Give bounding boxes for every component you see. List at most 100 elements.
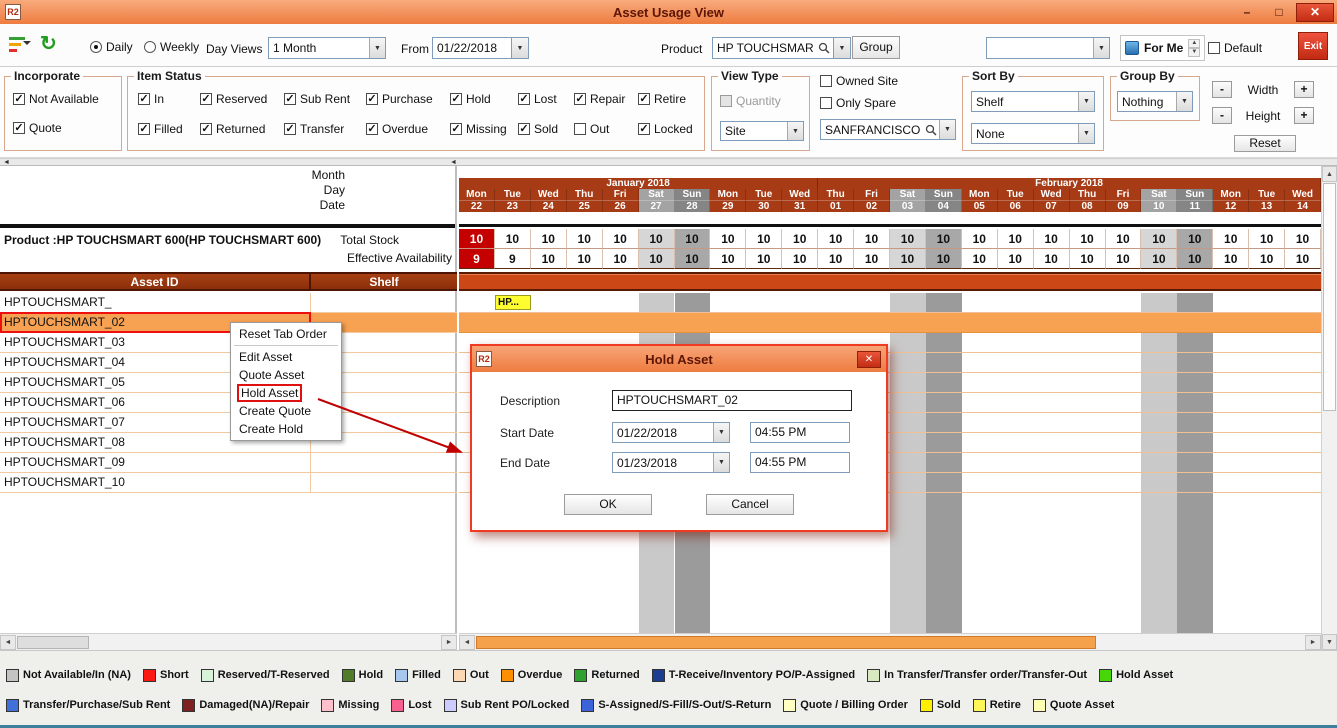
product-dropdown-button[interactable]: ▼: [834, 37, 851, 59]
scroll-thumb[interactable]: [1323, 183, 1336, 411]
sort-primary-combo[interactable]: Shelf ▼: [971, 91, 1095, 112]
scroll-left-icon[interactable]: ◄: [459, 635, 475, 650]
chevron-down-icon[interactable]: ▼: [1093, 38, 1109, 58]
height-minus-button[interactable]: -: [1212, 107, 1232, 124]
group-by-combo[interactable]: Nothing ▼: [1117, 91, 1193, 112]
checkbox-filled[interactable]: ✓Filled: [138, 121, 200, 137]
hold-asset-bar[interactable]: HP...: [495, 295, 531, 310]
scroll-right-icon[interactable]: ►: [441, 635, 457, 650]
checkbox-sub-rent[interactable]: ✓Sub Rent: [284, 91, 366, 107]
spinner-down-icon[interactable]: ▼: [1188, 48, 1200, 57]
checkbox-retire[interactable]: ✓Retire: [638, 91, 698, 107]
checkbox-quote[interactable]: ✓Quote: [13, 120, 99, 136]
quick-select-combo[interactable]: ▼: [986, 37, 1110, 59]
site-search-combo[interactable]: SANFRANCISCO ▼: [820, 119, 956, 140]
checkbox-lost[interactable]: ✓Lost: [518, 91, 574, 107]
scroll-left-icon[interactable]: ◄: [0, 635, 16, 650]
description-input[interactable]: HPTOUCHSMART_02: [612, 390, 852, 411]
sort-view-icon[interactable]: [8, 34, 32, 56]
exit-button[interactable]: Exit: [1298, 32, 1328, 60]
reset-button[interactable]: Reset: [1234, 135, 1296, 152]
for-me-spinner[interactable]: ▲ ▼: [1188, 39, 1200, 57]
asset-row[interactable]: HPTOUCHSMART_10: [0, 473, 457, 493]
checkbox-default[interactable]: Default: [1208, 41, 1262, 55]
checkbox-not-available[interactable]: ✓Not Available: [13, 91, 99, 107]
checkbox-out[interactable]: Out: [574, 121, 638, 137]
end-time-input[interactable]: 04:55 PM: [750, 452, 850, 473]
menu-item-reset-tab-order[interactable]: Reset Tab Order: [232, 325, 340, 343]
calendar-dropdown-icon[interactable]: ▼: [713, 453, 729, 472]
spinner-up-icon[interactable]: ▲: [1188, 39, 1200, 48]
asset-row[interactable]: HPTOUCHSMART_: [0, 293, 457, 313]
product-input[interactable]: HP TOUCHSMAR: [712, 37, 834, 59]
scroll-thumb[interactable]: [476, 636, 1096, 649]
sort-secondary-combo[interactable]: None ▼: [971, 123, 1095, 144]
day-views-combo[interactable]: 1 Month ▼: [268, 37, 386, 59]
chevron-down-icon[interactable]: ▼: [939, 120, 955, 139]
chevron-down-icon[interactable]: ▼: [369, 38, 385, 58]
asset-row[interactable]: HPTOUCHSMART_04: [0, 353, 457, 373]
asset-row[interactable]: HPTOUCHSMART_05: [0, 373, 457, 393]
checkbox-locked[interactable]: ✓Locked: [638, 121, 698, 137]
for-me-control[interactable]: For Me ▲ ▼: [1120, 35, 1205, 61]
asset-row[interactable]: HPTOUCHSMART_08: [0, 433, 457, 453]
calendar-dropdown-icon[interactable]: ▼: [713, 423, 729, 442]
splitter-bar[interactable]: ◄ ◄: [0, 158, 1337, 166]
group-button[interactable]: Group: [852, 36, 900, 59]
cancel-button[interactable]: Cancel: [706, 494, 794, 515]
checkbox-reserved[interactable]: ✓Reserved: [200, 91, 284, 107]
column-header-asset-id[interactable]: Asset ID: [0, 274, 311, 289]
asset-row[interactable]: HPTOUCHSMART_09: [0, 453, 457, 473]
grid-row[interactable]: [459, 313, 1321, 333]
menu-item-create-hold[interactable]: Create Hold: [232, 420, 340, 438]
menu-item-hold-asset[interactable]: Hold Asset: [232, 384, 340, 402]
end-date-input[interactable]: 01/23/2018 ▼: [612, 452, 730, 473]
width-plus-button[interactable]: +: [1294, 81, 1314, 98]
asset-row[interactable]: HPTOUCHSMART_06: [0, 393, 457, 413]
menu-item-edit-asset[interactable]: Edit Asset: [232, 348, 340, 366]
checkbox-repair[interactable]: ✓Repair: [574, 91, 638, 107]
menu-item-create-quote[interactable]: Create Quote: [232, 402, 340, 420]
grid-row[interactable]: HP...: [459, 293, 1321, 313]
asset-row[interactable]: HPTOUCHSMART_07: [0, 413, 457, 433]
scroll-down-icon[interactable]: ▼: [1322, 634, 1337, 650]
checkbox-purchase[interactable]: ✓Purchase: [366, 91, 450, 107]
checkbox-hold[interactable]: ✓Hold: [450, 91, 518, 107]
chevron-down-icon[interactable]: ▼: [1078, 92, 1094, 111]
radio-daily[interactable]: Daily: [90, 40, 133, 54]
grid-hscrollbar[interactable]: ◄ ►: [459, 633, 1321, 650]
start-date-input[interactable]: 01/22/2018 ▼: [612, 422, 730, 443]
checkbox-returned[interactable]: ✓Returned: [200, 121, 284, 137]
scroll-thumb[interactable]: [17, 636, 89, 649]
checkbox-missing[interactable]: ✓Missing: [450, 121, 518, 137]
view-type-site-combo[interactable]: Site ▼: [720, 121, 804, 141]
maximize-button[interactable]: □: [1264, 3, 1294, 22]
minimize-button[interactable]: –: [1232, 3, 1262, 22]
start-time-input[interactable]: 04:55 PM: [750, 422, 850, 443]
ok-button[interactable]: OK: [564, 494, 652, 515]
from-date-dropdown-button[interactable]: ▼: [512, 37, 529, 59]
from-date-input[interactable]: 01/22/2018: [432, 37, 512, 59]
scroll-up-icon[interactable]: ▲: [1322, 166, 1337, 182]
checkbox-in[interactable]: ✓In: [138, 91, 200, 107]
checkbox-transfer[interactable]: ✓Transfer: [284, 121, 366, 137]
asset-list-hscrollbar[interactable]: ◄ ►: [0, 633, 457, 650]
checkbox-sold[interactable]: ✓Sold: [518, 121, 574, 137]
width-minus-button[interactable]: -: [1212, 81, 1232, 98]
refresh-icon[interactable]: ↻: [40, 31, 57, 57]
grid-vscrollbar[interactable]: ▲ ▼: [1321, 166, 1337, 650]
dialog-close-icon[interactable]: ✕: [857, 351, 881, 368]
asset-row[interactable]: HPTOUCHSMART_03: [0, 333, 457, 353]
chevron-down-icon[interactable]: ▼: [1176, 92, 1192, 111]
chevron-down-icon[interactable]: ▼: [787, 122, 803, 140]
menu-item-quote-asset[interactable]: Quote Asset: [232, 366, 340, 384]
column-header-shelf[interactable]: Shelf: [311, 274, 457, 289]
asset-row[interactable]: HPTOUCHSMART_02: [0, 313, 457, 333]
dialog-titlebar[interactable]: R2 Hold Asset ✕: [472, 346, 886, 372]
checkbox-owned-site[interactable]: Owned Site: [820, 73, 898, 89]
checkbox-only-spare[interactable]: Only Spare: [820, 95, 896, 111]
checkbox-overdue[interactable]: ✓Overdue: [366, 121, 450, 137]
height-plus-button[interactable]: +: [1294, 107, 1314, 124]
chevron-down-icon[interactable]: ▼: [1078, 124, 1094, 143]
scroll-right-icon[interactable]: ►: [1305, 635, 1321, 650]
